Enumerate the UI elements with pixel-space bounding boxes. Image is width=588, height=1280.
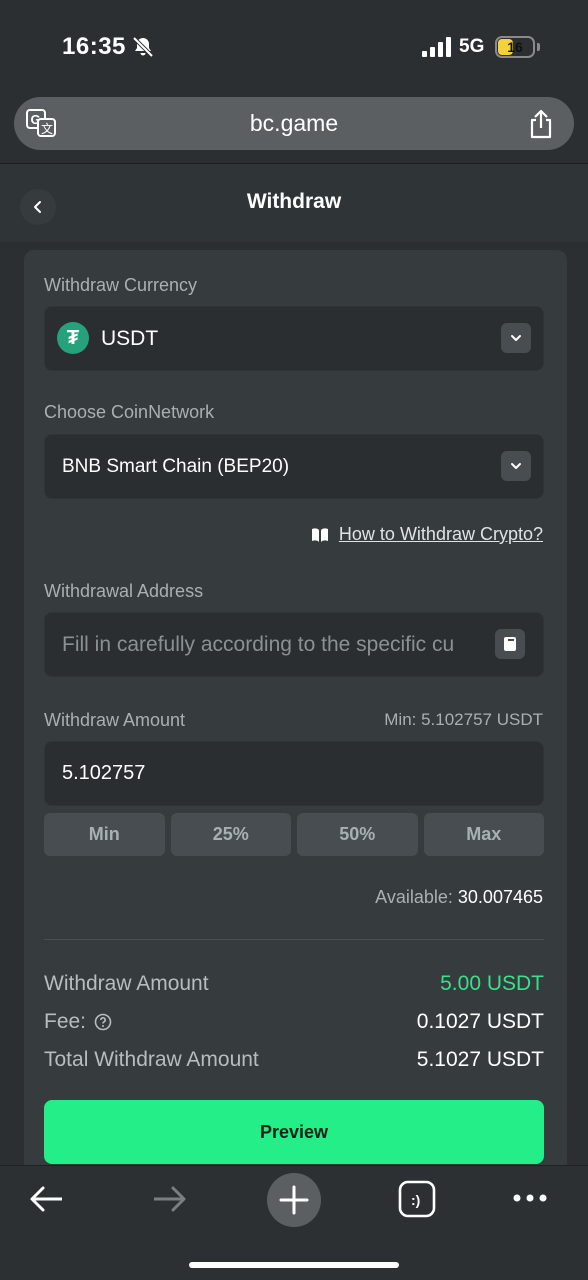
divider	[44, 939, 544, 940]
address-bar[interactable]: G 文 bc.game	[14, 97, 574, 150]
back-arrow-icon[interactable]	[28, 1184, 64, 1214]
address-input[interactable]: Fill in carefully according to the speci…	[44, 612, 544, 677]
summary-withdraw-row: Withdraw Amount 5.00 USDT	[44, 972, 544, 996]
summary-withdraw-value: 5.00 USDT	[440, 972, 544, 995]
50-percent-button[interactable]: 50%	[297, 813, 418, 856]
howto-link[interactable]: How to Withdraw Crypto?	[311, 524, 543, 545]
battery-icon: 16	[495, 36, 535, 58]
page-title: Withdraw	[246, 190, 342, 213]
help-icon[interactable]	[94, 1013, 112, 1031]
summary-withdraw-label: Withdraw Amount	[44, 972, 209, 995]
chevron-down-icon[interactable]	[501, 451, 531, 481]
fee-value: 0.1027 USDT	[416, 1010, 544, 1033]
more-icon[interactable]	[512, 1192, 548, 1204]
howto-link-text[interactable]: How to Withdraw Crypto?	[339, 524, 543, 545]
25-percent-button[interactable]: 25%	[170, 813, 291, 856]
status-time: 16:35	[62, 33, 126, 60]
amount-value: 5.102757	[62, 762, 146, 784]
summary-fee-row: Fee: 0.1027 USDT	[44, 1010, 544, 1034]
battery-level: 16	[507, 39, 523, 55]
chevron-down-icon[interactable]	[501, 323, 531, 353]
amount-input[interactable]: 5.102757	[44, 741, 544, 806]
withdraw-form: Withdraw Currency ₮ USDT Choose CoinNetw…	[24, 250, 567, 1180]
address-book-icon[interactable]	[495, 629, 525, 659]
amount-label: Withdraw Amount	[44, 710, 186, 730]
currency-select[interactable]: ₮ USDT	[44, 306, 544, 371]
svg-text::): :)	[411, 1192, 420, 1208]
new-tab-icon[interactable]	[266, 1172, 322, 1228]
share-icon[interactable]	[528, 109, 554, 139]
forward-arrow-icon[interactable]	[152, 1184, 188, 1214]
min-button[interactable]: Min	[44, 813, 165, 856]
total-value: 5.1027 USDT	[416, 1048, 544, 1071]
total-label: Total Withdraw Amount	[44, 1048, 259, 1071]
home-indicator	[189, 1262, 399, 1268]
silent-bell-icon	[132, 36, 154, 58]
tabs-icon[interactable]: :)	[398, 1180, 436, 1218]
currency-value: USDT	[101, 327, 159, 350]
available-label: Available:	[375, 887, 453, 907]
address-placeholder: Fill in carefully according to the speci…	[62, 633, 455, 656]
preview-button[interactable]: Preview	[44, 1100, 544, 1164]
available-value: 30.007465	[457, 887, 543, 907]
network-select[interactable]: BNB Smart Chain (BEP20)	[44, 434, 544, 499]
network-type: 5G	[459, 36, 485, 57]
network-value: BNB Smart Chain (BEP20)	[62, 456, 290, 477]
network-label: Choose CoinNetwork	[44, 402, 215, 422]
available-balance: Available: 30.007465	[375, 887, 543, 908]
signal-icon	[422, 37, 451, 57]
min-amount: Min: 5.102757 USDT	[384, 710, 543, 729]
book-icon	[311, 527, 328, 542]
status-bar: 16:35 5G 16	[0, 0, 588, 95]
page-header: Withdraw	[0, 164, 588, 242]
currency-label: Withdraw Currency	[44, 275, 198, 295]
quick-amount-buttons: Min 25% 50% Max	[44, 813, 544, 856]
summary-total-row: Total Withdraw Amount 5.1027 USDT	[44, 1048, 544, 1072]
address-label: Withdrawal Address	[44, 581, 204, 601]
tether-icon: ₮	[57, 322, 89, 354]
fee-label: Fee:	[44, 1010, 87, 1033]
url-text: bc.game	[249, 110, 339, 136]
max-button[interactable]: Max	[423, 813, 544, 856]
